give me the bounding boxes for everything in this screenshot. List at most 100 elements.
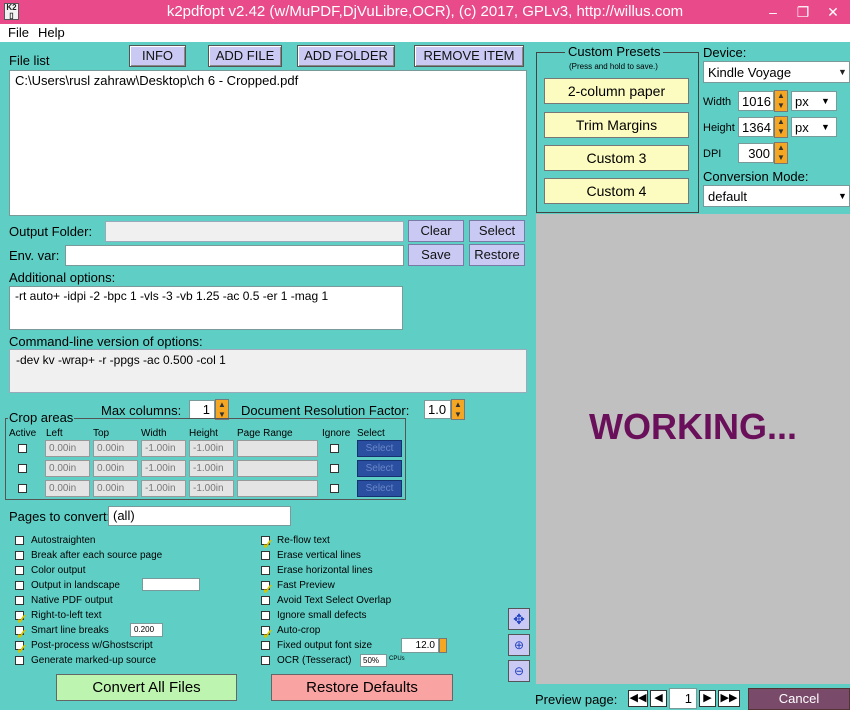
fixed-font-spinner[interactable] (439, 638, 447, 653)
erase-horizontal-checkbox[interactable] (261, 566, 270, 575)
preset-2-column[interactable]: 2-column paper (544, 78, 689, 104)
spin-up-icon[interactable]: ▲ (775, 143, 787, 153)
chevron-down-icon[interactable]: ▼ (838, 62, 850, 82)
env-var-input[interactable] (65, 245, 404, 266)
info-button[interactable]: INFO (129, 45, 186, 67)
crop-height-field[interactable]: -1.00in (189, 460, 234, 477)
auto-crop-checkbox[interactable]: ✓ (261, 626, 274, 641)
next-page-icon[interactable]: ▶ (699, 690, 716, 707)
fixed-font-checkbox[interactable] (261, 641, 270, 650)
crop-left-field[interactable]: 0.00in (45, 460, 90, 477)
crop-width-field[interactable]: -1.00in (141, 480, 186, 497)
width-input[interactable]: 1016 (738, 91, 774, 111)
landscape-input[interactable] (142, 578, 200, 591)
chevron-down-icon[interactable]: ▼ (821, 92, 830, 110)
first-page-icon[interactable]: ◀◀ (628, 690, 648, 707)
dpi-spinner[interactable]: ▲ ▼ (774, 142, 788, 164)
smart-breaks-input[interactable]: 0.200 (130, 623, 163, 637)
remove-item-button[interactable]: REMOVE ITEM (414, 45, 524, 67)
restore-window-button[interactable]: ❐ (788, 2, 818, 22)
markup-checkbox[interactable] (15, 656, 24, 665)
erase-vertical-checkbox[interactable] (261, 551, 270, 560)
restore-defaults-button[interactable]: Restore Defaults (271, 674, 453, 701)
landscape-checkbox[interactable] (15, 581, 24, 590)
fixed-font-input[interactable]: 12.0 (401, 638, 439, 653)
crop-left-field[interactable]: 0.00in (45, 440, 90, 457)
preview-page-input[interactable]: 1 (669, 688, 697, 709)
crop-active-checkbox[interactable] (18, 484, 27, 493)
additional-options-input[interactable]: -rt auto+ -idpi -2 -bpc 1 -vls -3 -vb 1.… (9, 286, 403, 330)
crop-ignore-checkbox[interactable] (330, 484, 339, 493)
crop-top-field[interactable]: 0.00in (93, 460, 138, 477)
zoom-in-icon[interactable]: ⊕ (508, 634, 530, 656)
ignore-defects-checkbox[interactable] (261, 611, 270, 620)
spin-up-icon[interactable]: ▲ (775, 117, 787, 127)
crop-ignore-checkbox[interactable] (330, 444, 339, 453)
smart-breaks-checkbox[interactable]: ✓ (15, 626, 28, 641)
file-list-box[interactable]: C:\Users\rusl zahraw\Desktop\ch 6 - Crop… (9, 70, 527, 216)
max-columns-input[interactable]: 1 (189, 400, 215, 419)
crop-height-field[interactable]: -1.00in (189, 440, 234, 457)
spin-up-icon[interactable]: ▲ (775, 91, 787, 101)
crop-select-button[interactable]: Select (357, 440, 402, 457)
spin-up-icon[interactable]: ▲ (452, 400, 464, 410)
pages-input[interactable]: (all) (108, 506, 291, 526)
fit-icon[interactable]: ✥ (508, 608, 530, 630)
width-unit-select[interactable]: px (791, 91, 837, 111)
file-list-item[interactable]: C:\Users\rusl zahraw\Desktop\ch 6 - Crop… (15, 73, 521, 88)
device-select[interactable]: Kindle Voyage (703, 61, 850, 83)
convert-all-button[interactable]: Convert All Files (56, 674, 237, 701)
clear-button[interactable]: Clear (408, 220, 464, 242)
autostraighten-checkbox[interactable] (15, 536, 24, 545)
chevron-down-icon[interactable]: ▼ (821, 118, 830, 136)
height-unit-select[interactable]: px (791, 117, 837, 137)
spin-down-icon[interactable]: ▼ (775, 153, 787, 163)
save-button[interactable]: Save (408, 244, 464, 266)
rtl-checkbox[interactable]: ✓ (15, 611, 28, 626)
crop-left-field[interactable]: 0.00in (45, 480, 90, 497)
doc-resolution-input[interactable]: 1.0 (424, 400, 451, 419)
crop-select-button[interactable]: Select (357, 460, 402, 477)
avoid-overlap-checkbox[interactable] (261, 596, 270, 605)
last-page-icon[interactable]: ▶▶ (718, 690, 740, 707)
ocr-checkbox[interactable] (261, 656, 270, 665)
height-spinner[interactable]: ▲ ▼ (774, 116, 788, 138)
crop-page-range-field[interactable] (237, 440, 318, 457)
reflow-checkbox[interactable]: ✓ (261, 536, 274, 551)
prev-page-icon[interactable]: ◀ (650, 690, 667, 707)
crop-width-field[interactable]: -1.00in (141, 460, 186, 477)
add-file-button[interactable]: ADD FILE (208, 45, 282, 67)
spin-down-icon[interactable]: ▼ (775, 101, 787, 111)
doc-resolution-spinner[interactable]: ▲ ▼ (451, 399, 465, 420)
native-pdf-checkbox[interactable] (15, 596, 24, 605)
output-folder-input[interactable] (105, 221, 404, 242)
spin-down-icon[interactable]: ▼ (775, 127, 787, 137)
spin-down-icon[interactable]: ▼ (452, 410, 464, 420)
cancel-button[interactable]: Cancel (748, 688, 850, 710)
crop-ignore-checkbox[interactable] (330, 464, 339, 473)
color-output-checkbox[interactable] (15, 566, 24, 575)
menu-file[interactable]: File (8, 25, 29, 40)
crop-width-field[interactable]: -1.00in (141, 440, 186, 457)
close-button[interactable]: ✕ (818, 2, 848, 22)
chevron-down-icon[interactable]: ▼ (838, 186, 850, 206)
width-spinner[interactable]: ▲ ▼ (774, 90, 788, 112)
preset-custom-3[interactable]: Custom 3 (544, 145, 689, 171)
select-folder-button[interactable]: Select (469, 220, 525, 242)
fast-preview-checkbox[interactable]: ✓ (261, 581, 274, 596)
conversion-mode-select[interactable]: default (703, 185, 850, 207)
zoom-out-icon[interactable]: ⊖ (508, 660, 530, 682)
dpi-input[interactable]: 300 (738, 143, 774, 163)
crop-page-range-field[interactable] (237, 480, 318, 497)
crop-top-field[interactable]: 0.00in (93, 480, 138, 497)
restore-button[interactable]: Restore (469, 244, 525, 266)
preset-custom-4[interactable]: Custom 4 (544, 178, 689, 204)
ocr-cpu-input[interactable]: 50% (360, 654, 387, 667)
crop-height-field[interactable]: -1.00in (189, 480, 234, 497)
crop-page-range-field[interactable] (237, 460, 318, 477)
menu-help[interactable]: Help (38, 25, 65, 40)
preset-trim-margins[interactable]: Trim Margins (544, 112, 689, 138)
ghostscript-checkbox[interactable]: ✓ (15, 641, 28, 656)
add-folder-button[interactable]: ADD FOLDER (297, 45, 395, 67)
crop-active-checkbox[interactable] (18, 464, 27, 473)
